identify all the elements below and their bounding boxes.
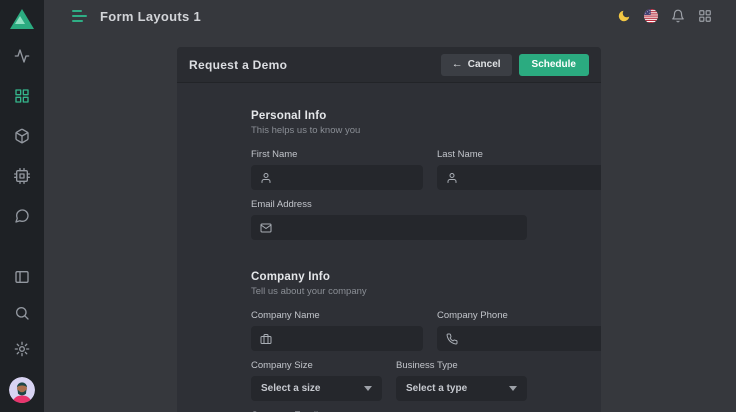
search-icon[interactable] xyxy=(14,305,30,321)
card-body: Personal Info This helps us to know you … xyxy=(177,83,601,412)
app-logo triangle-logo[interactable] xyxy=(9,7,35,31)
personal-info-subheading: This helps us to know you xyxy=(251,125,527,136)
envelope-icon xyxy=(260,222,272,234)
schedule-button[interactable]: Schedule xyxy=(519,54,589,76)
company-name-label: Company Name xyxy=(251,310,423,321)
company-size-field-group: Company Size Select a size xyxy=(251,360,382,401)
grid-icon[interactable] xyxy=(14,88,30,104)
email-label: Email Address xyxy=(251,199,527,210)
email-field-group: Email Address xyxy=(251,199,527,240)
panel-icon[interactable] xyxy=(14,269,30,285)
company-name-field-group: Company Name xyxy=(251,310,423,351)
bell-icon notifications[interactable] xyxy=(671,9,685,23)
first-name-input[interactable] xyxy=(251,165,423,190)
arrow-left-icon: ← xyxy=(452,59,463,70)
personal-info-section-header: Personal Info This helps us to know you xyxy=(251,110,527,136)
page-title: Form Layouts 1 xyxy=(100,9,201,24)
company-phone-input-control[interactable] xyxy=(465,333,600,345)
us-flag-icon language-selector[interactable] xyxy=(644,9,658,23)
company-info-section-header: Company Info Tell us about your company xyxy=(251,271,527,297)
company-phone-label: Company Phone xyxy=(437,310,601,321)
phone-icon xyxy=(446,333,458,345)
personal-info-heading: Personal Info xyxy=(251,110,527,122)
company-info-subheading: Tell us about your company xyxy=(251,286,527,297)
company-size-select[interactable]: Select a size xyxy=(251,376,382,401)
company-size-label: Company Size xyxy=(251,360,382,371)
email-input-control[interactable] xyxy=(279,222,518,234)
company-name-input[interactable] xyxy=(251,326,423,351)
company-size-selected-value: Select a size xyxy=(261,383,320,394)
company-info-heading: Company Info xyxy=(251,271,527,283)
cpu-icon[interactable] xyxy=(14,168,30,184)
sidebar xyxy=(0,0,44,412)
user-avatar[interactable] xyxy=(9,377,35,403)
apps-grid-icon[interactable] xyxy=(698,9,712,23)
sidebar-nav xyxy=(14,48,30,224)
menu-toggle-icon[interactable] xyxy=(72,10,87,22)
person-icon xyxy=(446,172,458,184)
company-name-input-control[interactable] xyxy=(279,333,414,345)
cube-icon[interactable] xyxy=(14,128,30,144)
cancel-button-label: Cancel xyxy=(468,59,501,70)
chevron-down-icon xyxy=(509,386,517,391)
gear-icon[interactable] xyxy=(14,341,30,357)
last-name-label: Last Name xyxy=(437,149,601,160)
person-icon xyxy=(260,172,272,184)
last-name-input[interactable] xyxy=(437,165,601,190)
chat-icon[interactable] xyxy=(14,208,30,224)
first-name-label: First Name xyxy=(251,149,423,160)
first-name-field-group: First Name xyxy=(251,149,423,190)
cancel-button[interactable]: ← Cancel xyxy=(441,54,512,76)
activity-icon[interactable] xyxy=(14,48,30,64)
request-demo-card: Request a Demo ← Cancel Schedule Persona… xyxy=(177,47,601,412)
topbar: Form Layouts 1 xyxy=(44,0,736,32)
first-name-input-control[interactable] xyxy=(279,172,414,184)
moon-icon theme-toggle[interactable] xyxy=(617,9,631,23)
card-actions: ← Cancel Schedule xyxy=(441,54,589,76)
business-type-label: Business Type xyxy=(396,360,527,371)
last-name-input-control[interactable] xyxy=(465,172,600,184)
card-title: Request a Demo xyxy=(189,58,287,72)
chevron-down-icon xyxy=(364,386,372,391)
business-type-selected-value: Select a type xyxy=(406,383,467,394)
main-area: Form Layouts 1 xyxy=(44,0,736,412)
briefcase-icon xyxy=(260,333,272,345)
sidebar-bottom xyxy=(9,269,35,403)
topbar-actions xyxy=(617,9,712,23)
card-header: Request a Demo ← Cancel Schedule xyxy=(177,47,601,83)
email-input[interactable] xyxy=(251,215,527,240)
business-type-field-group: Business Type Select a type xyxy=(396,360,527,401)
schedule-button-label: Schedule xyxy=(532,59,576,70)
last-name-field-group: Last Name xyxy=(437,149,601,190)
company-phone-field-group: Company Phone xyxy=(437,310,601,351)
company-phone-input[interactable] xyxy=(437,326,601,351)
business-type-select[interactable]: Select a type xyxy=(396,376,527,401)
demo-form: Personal Info This helps us to know you … xyxy=(251,110,527,412)
content-area: Request a Demo ← Cancel Schedule Persona… xyxy=(44,32,736,412)
